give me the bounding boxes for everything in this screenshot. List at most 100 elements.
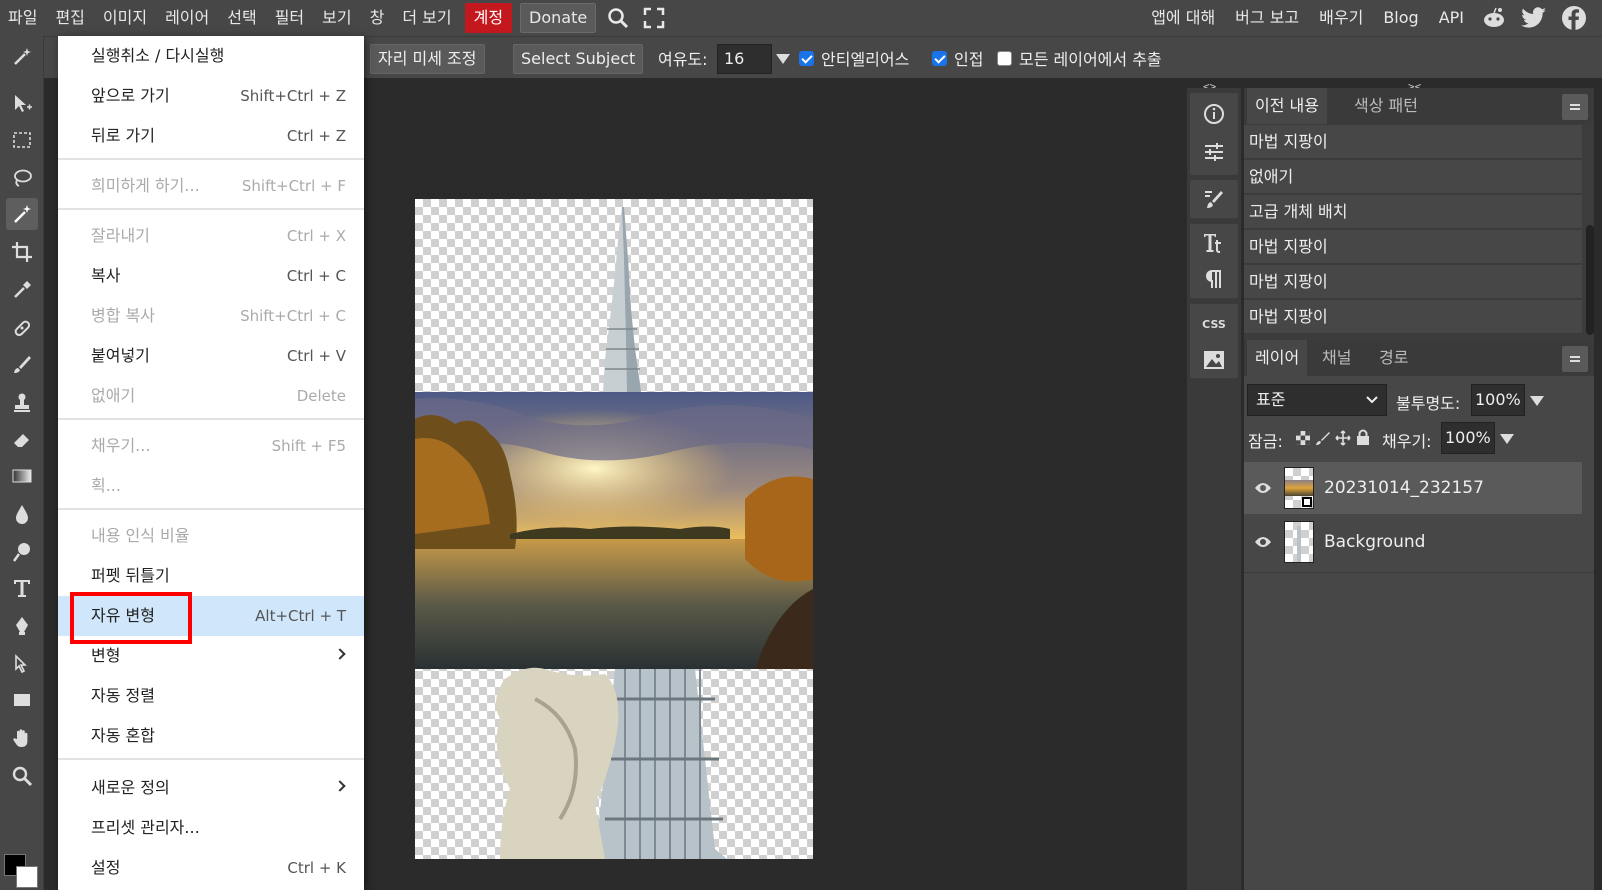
menu-item-undo-redo[interactable]: 실행취소 / 다시실행	[58, 36, 364, 76]
reddit-icon[interactable]	[1474, 0, 1514, 36]
blend-mode-select[interactable]: 표준	[1247, 384, 1387, 416]
select-subject-button[interactable]: Select Subject	[513, 44, 644, 74]
menu-select[interactable]: 선택	[218, 0, 265, 36]
eyedropper-tool-icon[interactable]	[6, 274, 38, 306]
fill-input[interactable]: 100%	[1441, 422, 1495, 454]
history-entry[interactable]: 마법 지팡이	[1244, 300, 1582, 334]
tolerance-input[interactable]: 16	[717, 44, 772, 74]
lock-move-icon[interactable]	[1335, 430, 1351, 446]
fill-dropdown-icon[interactable]	[1500, 434, 1514, 444]
document-canvas[interactable]	[415, 199, 813, 859]
edit-menu-dropdown: 실행취소 / 다시실행 앞으로 가기 Shift+Ctrl + Z 뒤로 가기 Ct…	[58, 36, 364, 890]
donate-button[interactable]: Donate	[520, 3, 597, 33]
path-select-tool-icon[interactable]	[6, 648, 38, 680]
eye-icon[interactable]	[1254, 479, 1272, 497]
history-panel-menu-icon[interactable]	[1562, 94, 1588, 120]
fullscreen-icon[interactable]	[636, 0, 672, 36]
menu-filter[interactable]: 필터	[266, 0, 313, 36]
menu-item-preset-manager[interactable]: 프리셋 관리자...	[58, 808, 364, 848]
menu-item-step-backward[interactable]: 뒤로 가기 Ctrl + Z	[58, 116, 364, 156]
contiguous-checkbox[interactable]	[932, 51, 947, 66]
layer-row[interactable]: 20231014_232157	[1244, 462, 1582, 514]
layers-panel-menu-icon[interactable]	[1562, 346, 1588, 372]
healing-brush-tool-icon[interactable]	[6, 312, 38, 344]
eye-icon[interactable]	[1254, 533, 1272, 551]
history-entry[interactable]: 마법 지팡이	[1244, 230, 1582, 264]
tab-swatches[interactable]: 색상 패턴	[1346, 88, 1426, 124]
menu-api[interactable]: API	[1429, 0, 1474, 36]
history-entry[interactable]: 마법 지팡이	[1244, 265, 1582, 299]
adjustments-icon[interactable]	[1193, 134, 1235, 170]
tab-paths[interactable]: 경로	[1371, 340, 1416, 376]
menu-blog[interactable]: Blog	[1373, 0, 1428, 36]
menu-learn[interactable]: 배우기	[1309, 0, 1373, 36]
lock-all-icon[interactable]	[1355, 429, 1371, 446]
tab-channels[interactable]: 채널	[1314, 340, 1359, 376]
menu-image[interactable]: 이미지	[94, 0, 156, 36]
facebook-icon[interactable]	[1554, 0, 1594, 36]
menu-about[interactable]: 앱에 대해	[1141, 0, 1225, 36]
lock-brush-icon[interactable]	[1315, 430, 1331, 446]
refine-edge-button[interactable]: 자리 미세 조정	[370, 44, 485, 74]
history-entry[interactable]: 마법 지팡이	[1244, 125, 1582, 159]
opacity-dropdown-icon[interactable]	[1530, 396, 1544, 406]
menu-item-transform[interactable]: 변형	[58, 636, 364, 676]
text-tool-icon[interactable]	[6, 572, 38, 604]
brush-tool-icon[interactable]	[6, 348, 38, 380]
menu-item-puppet-warp[interactable]: 퍼펫 뒤틀기	[58, 556, 364, 596]
background-color-swatch[interactable]	[16, 866, 38, 888]
magic-wand-tool-icon[interactable]	[6, 198, 38, 230]
image-icon[interactable]	[1193, 342, 1235, 378]
lock-transparency-icon[interactable]	[1295, 430, 1311, 446]
menu-item-auto-blend[interactable]: 자동 혼합	[58, 716, 364, 756]
history-entry[interactable]: 고급 개체 배치	[1244, 195, 1582, 229]
move-tool-icon[interactable]	[6, 88, 38, 120]
account-button[interactable]: 계정	[464, 3, 513, 33]
menu-item-preferences[interactable]: 설정 Ctrl + K	[58, 848, 364, 888]
history-scrollbar[interactable]	[1586, 225, 1594, 335]
menu-item-copy[interactable]: 복사 Ctrl + C	[58, 256, 364, 296]
opacity-input[interactable]: 100%	[1471, 384, 1525, 416]
menu-item-shortcut: Shift+Ctrl + Z	[240, 87, 346, 105]
pen-tool-icon[interactable]	[6, 610, 38, 642]
menu-item-auto-align[interactable]: 자동 정렬	[58, 676, 364, 716]
menu-item-paste[interactable]: 붙여넣기 Ctrl + V	[58, 336, 364, 376]
menu-item-define-new[interactable]: 새로운 정의	[58, 768, 364, 808]
antialias-checkbox[interactable]	[799, 51, 814, 66]
css-icon[interactable]: CSS	[1193, 306, 1235, 342]
info-icon[interactable]	[1193, 96, 1235, 132]
blur-tool-icon[interactable]	[6, 498, 38, 530]
layer-row[interactable]: Background	[1244, 516, 1582, 568]
paragraph-icon[interactable]	[1193, 261, 1235, 297]
brush-settings-icon[interactable]	[1193, 181, 1235, 217]
tab-layers[interactable]: 레이어	[1247, 340, 1308, 376]
magic-wand-option-icon[interactable]	[6, 41, 38, 73]
history-entry[interactable]: 없애기	[1244, 160, 1582, 194]
layer-thumbnail	[1284, 467, 1314, 509]
twitter-icon[interactable]	[1514, 0, 1554, 36]
gradient-tool-icon[interactable]	[6, 460, 38, 492]
menu-view[interactable]: 보기	[313, 0, 360, 36]
tab-history[interactable]: 이전 내용	[1247, 88, 1327, 124]
zoom-tool-icon[interactable]	[6, 760, 38, 792]
menu-edit[interactable]: 편집	[46, 0, 93, 36]
search-icon[interactable]	[600, 0, 636, 36]
menu-layer[interactable]: 레이어	[156, 0, 218, 36]
sample-all-layers-checkbox[interactable]	[997, 51, 1012, 66]
menu-item-step-forward[interactable]: 앞으로 가기 Shift+Ctrl + Z	[58, 76, 364, 116]
menu-more[interactable]: 더 보기	[393, 0, 460, 36]
lasso-tool-icon[interactable]	[6, 162, 38, 194]
character-icon[interactable]	[1193, 225, 1235, 261]
menu-file[interactable]: 파일	[0, 0, 46, 36]
dodge-tool-icon[interactable]	[6, 536, 38, 568]
tolerance-dropdown-icon[interactable]	[776, 54, 790, 64]
hand-tool-icon[interactable]	[6, 722, 38, 754]
menu-item-free-transform[interactable]: 자유 변형 Alt+Ctrl + T	[58, 592, 364, 644]
shape-tool-icon[interactable]	[6, 684, 38, 716]
eraser-tool-icon[interactable]	[6, 424, 38, 456]
menu-report-bug[interactable]: 버그 보고	[1225, 0, 1309, 36]
menu-window[interactable]: 창	[361, 0, 394, 36]
stamp-tool-icon[interactable]	[6, 386, 38, 418]
marquee-tool-icon[interactable]	[6, 124, 38, 156]
crop-tool-icon[interactable]	[6, 236, 38, 268]
